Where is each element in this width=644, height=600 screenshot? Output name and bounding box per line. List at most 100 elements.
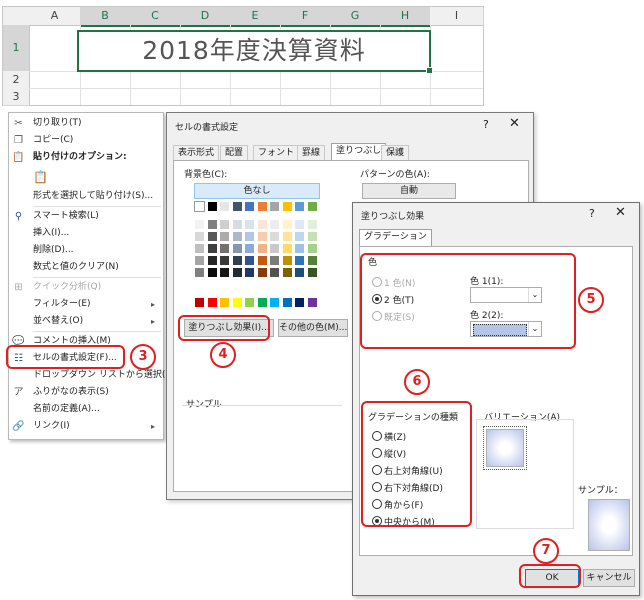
- color-swatch[interactable]: [244, 243, 255, 254]
- color-swatch[interactable]: [294, 201, 305, 212]
- color-swatch[interactable]: [194, 231, 205, 242]
- color-swatch[interactable]: [256, 297, 268, 308]
- column-header-a[interactable]: A: [29, 7, 81, 26]
- column-header-g[interactable]: G: [330, 7, 381, 27]
- tab-gradient[interactable]: グラデーション: [359, 229, 432, 247]
- color-swatch[interactable]: [219, 267, 230, 278]
- color-swatch[interactable]: [231, 219, 243, 230]
- color-swatch[interactable]: [194, 201, 205, 212]
- close-button[interactable]: ✕: [615, 205, 626, 220]
- color-swatch[interactable]: [231, 231, 243, 242]
- color-swatch[interactable]: [244, 255, 255, 266]
- color-swatch[interactable]: [244, 267, 255, 278]
- merged-title-cell[interactable]: 2018年度決算資料: [77, 30, 433, 74]
- column-header-c[interactable]: C: [130, 7, 181, 27]
- no-color-button[interactable]: 色なし: [194, 183, 320, 199]
- color-swatch[interactable]: [294, 243, 305, 254]
- variant-swatch[interactable]: [483, 426, 527, 470]
- color-swatch[interactable]: [306, 201, 318, 212]
- tab-fill[interactable]: 塗りつぶし: [331, 143, 387, 161]
- color-swatch[interactable]: [219, 243, 230, 254]
- color-swatch[interactable]: [219, 297, 230, 308]
- select-all-corner[interactable]: [3, 7, 30, 26]
- color-swatch[interactable]: [269, 231, 280, 242]
- tab-border[interactable]: 罫線: [297, 145, 326, 161]
- menu-item-smart-lookup[interactable]: ⚲ スマート検索(L): [9, 208, 163, 225]
- color-swatch[interactable]: [256, 243, 268, 254]
- color-swatch[interactable]: [269, 297, 280, 308]
- color-swatch[interactable]: [206, 201, 218, 212]
- menu-item-insert[interactable]: 挿入(I)...: [9, 225, 163, 242]
- color-swatch[interactable]: [281, 255, 293, 266]
- menu-item-define-name[interactable]: 名前の定義(A)...: [9, 401, 163, 418]
- tab-alignment[interactable]: 配置: [220, 145, 249, 161]
- more-colors-button[interactable]: その他の色(M)...: [278, 319, 348, 337]
- color-swatch[interactable]: [256, 201, 268, 212]
- menu-item-clear-contents[interactable]: 数式と値のクリア(N): [9, 259, 163, 276]
- color-swatch[interactable]: [256, 219, 268, 230]
- color-swatch[interactable]: [231, 267, 243, 278]
- color-swatch[interactable]: [256, 255, 268, 266]
- color-swatch[interactable]: [244, 201, 255, 212]
- color-swatch[interactable]: [231, 201, 243, 212]
- menu-item-link[interactable]: 🔗 リンク(I) ▸: [9, 418, 163, 435]
- color-swatch[interactable]: [194, 243, 205, 254]
- color-swatch[interactable]: [256, 267, 268, 278]
- color-swatch[interactable]: [219, 219, 230, 230]
- menu-item-quick-analysis[interactable]: ⊞ クイック分析(Q): [9, 279, 163, 296]
- color-swatch[interactable]: [194, 297, 205, 308]
- color-swatch[interactable]: [244, 231, 255, 242]
- menu-item-delete[interactable]: 削除(D)...: [9, 242, 163, 259]
- paste-option-button[interactable]: 📋: [9, 167, 163, 187]
- color-swatch[interactable]: [294, 231, 305, 242]
- menu-item-cut[interactable]: ✂ 切り取り(T): [9, 115, 163, 132]
- color-swatch[interactable]: [281, 267, 293, 278]
- color-swatch[interactable]: [294, 297, 305, 308]
- menu-item-sort[interactable]: 並べ替え(O) ▸: [9, 313, 163, 330]
- help-button[interactable]: ?: [589, 207, 595, 220]
- color-swatch[interactable]: [231, 243, 243, 254]
- column-header-f[interactable]: F: [280, 7, 331, 27]
- tab-number[interactable]: 表示形式: [173, 145, 220, 161]
- color-swatch[interactable]: [231, 255, 243, 266]
- tab-font[interactable]: フォント: [253, 145, 300, 161]
- color-swatch[interactable]: [206, 267, 218, 278]
- column-header-h[interactable]: H: [380, 7, 431, 27]
- color-swatch[interactable]: [194, 267, 205, 278]
- color-swatch[interactable]: [219, 201, 230, 212]
- tab-protection[interactable]: 保護: [381, 145, 410, 161]
- color-swatch[interactable]: [206, 219, 218, 230]
- color-swatch[interactable]: [206, 255, 218, 266]
- color-swatch[interactable]: [269, 243, 280, 254]
- color-swatch[interactable]: [306, 219, 318, 230]
- color-swatch[interactable]: [294, 255, 305, 266]
- menu-item-filter[interactable]: フィルター(E) ▸: [9, 296, 163, 313]
- menu-item-show-phonetic[interactable]: アふりがなの表示(S): [9, 384, 163, 401]
- color-swatch[interactable]: [281, 201, 293, 212]
- color-swatch[interactable]: [194, 255, 205, 266]
- color-swatch[interactable]: [306, 297, 318, 308]
- color-swatch[interactable]: [256, 231, 268, 242]
- column-header-e[interactable]: E: [230, 7, 281, 27]
- color-swatch[interactable]: [269, 267, 280, 278]
- column-header-i[interactable]: I: [430, 7, 484, 26]
- color-swatch[interactable]: [206, 243, 218, 254]
- color-swatch[interactable]: [306, 243, 318, 254]
- color-swatch[interactable]: [269, 201, 280, 212]
- help-button[interactable]: ?: [483, 118, 489, 131]
- color-swatch[interactable]: [269, 219, 280, 230]
- color-swatch[interactable]: [206, 297, 218, 308]
- color-swatch[interactable]: [269, 255, 280, 266]
- color-swatch[interactable]: [194, 219, 205, 230]
- color-swatch[interactable]: [206, 231, 218, 242]
- row-header-3[interactable]: 3: [3, 88, 30, 106]
- menu-item-paste-special[interactable]: 形式を選択して貼り付け(S)...: [9, 188, 163, 205]
- color-swatch[interactable]: [281, 243, 293, 254]
- pattern-color-dropdown[interactable]: 自動: [362, 183, 456, 199]
- color-swatch[interactable]: [306, 267, 318, 278]
- row-header-1[interactable]: 1: [3, 25, 30, 72]
- color-swatch[interactable]: [306, 231, 318, 242]
- menu-item-copy[interactable]: ❐ コピー(C): [9, 132, 163, 149]
- color-swatch[interactable]: [219, 231, 230, 242]
- color-swatch[interactable]: [244, 297, 255, 308]
